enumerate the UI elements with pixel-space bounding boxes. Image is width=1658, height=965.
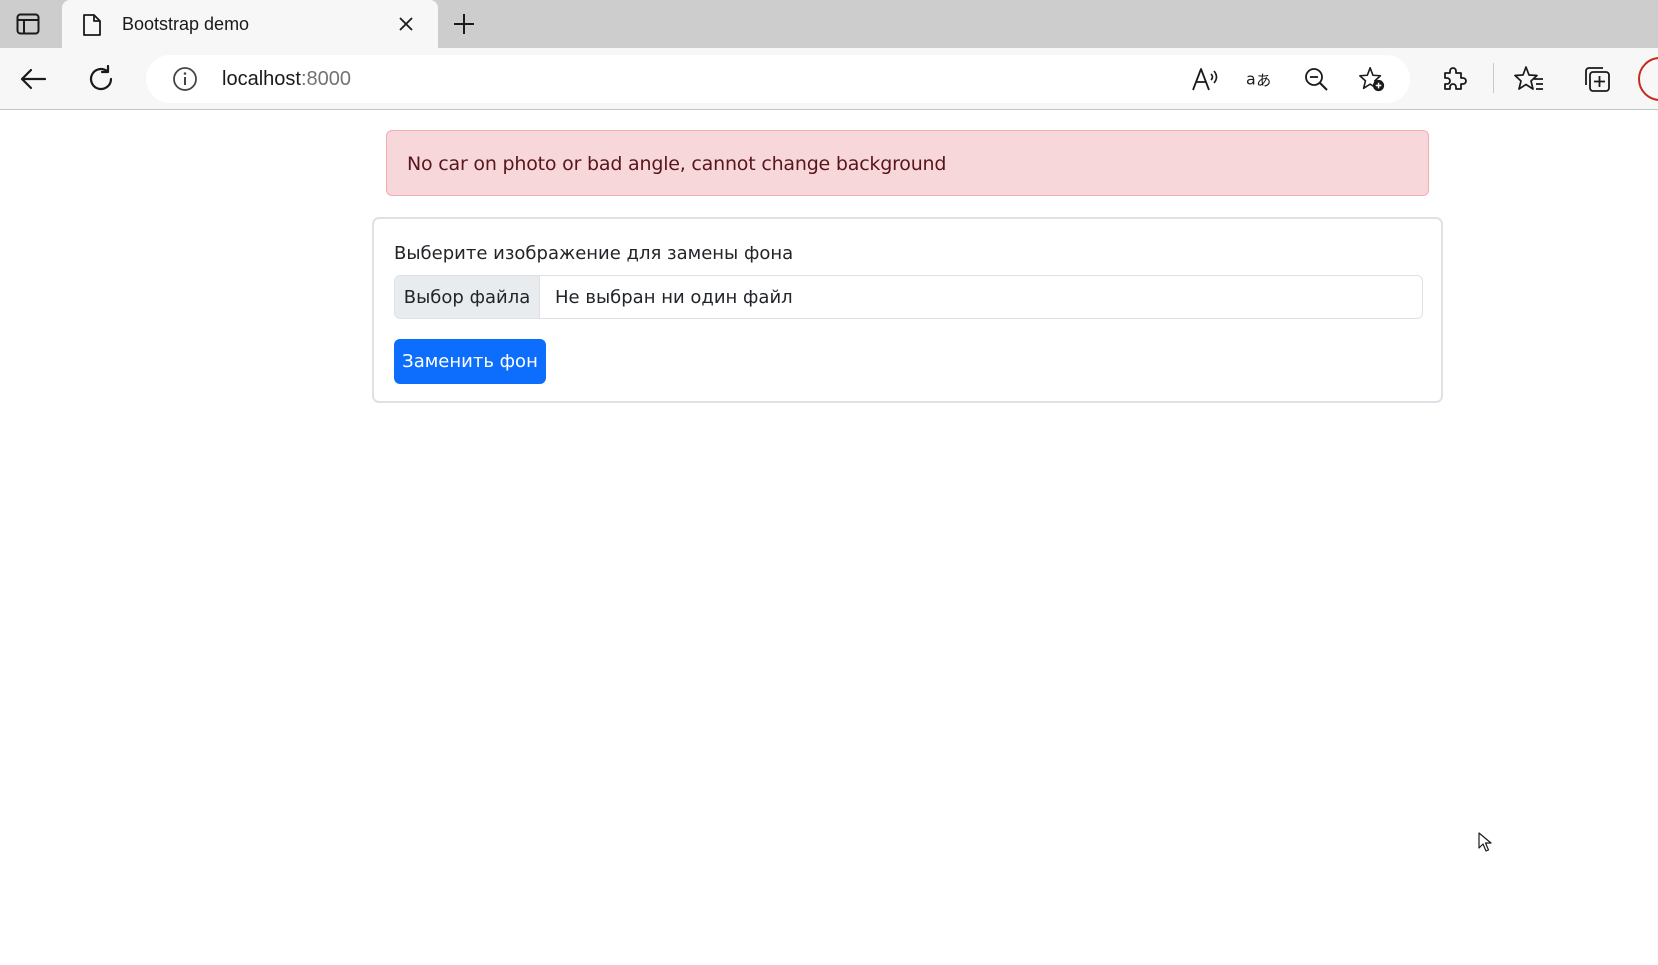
file-input-label: Выберите изображение для замены фона (394, 243, 794, 264)
browser-toolbar: localhost:8000 aあ (0, 48, 1658, 110)
add-favorite-icon[interactable] (1358, 65, 1386, 93)
close-icon[interactable] (394, 12, 418, 36)
new-tab-icon[interactable] (450, 10, 478, 38)
choose-file-button[interactable]: Выбор файла (395, 276, 540, 318)
replace-background-button[interactable]: Заменить фон (394, 339, 546, 384)
upload-form-card: Выберите изображение для замены фона Выб… (372, 217, 1443, 403)
read-aloud-icon[interactable] (1191, 65, 1219, 93)
file-status-text: Не выбран ни один файл (555, 287, 793, 308)
file-input[interactable]: Выбор файла Не выбран ни один файл (394, 275, 1423, 319)
refresh-icon[interactable] (84, 62, 118, 96)
error-alert: No car on photo or bad angle, cannot cha… (386, 130, 1429, 196)
toolbar-separator (1493, 63, 1494, 93)
url-port: :8000 (300, 68, 351, 90)
back-icon[interactable] (16, 62, 50, 96)
collections-icon[interactable] (1580, 62, 1614, 96)
tab-title: Bootstrap demo (122, 14, 250, 34)
extensions-icon[interactable] (1436, 62, 1470, 96)
active-tab[interactable]: Bootstrap demo (62, 0, 438, 48)
page-content: No car on photo or bad angle, cannot cha… (0, 111, 1658, 965)
url-text[interactable]: localhost:8000 (222, 68, 351, 91)
mouse-cursor-icon (1478, 832, 1492, 852)
tab-actions-button[interactable] (0, 0, 56, 48)
address-bar[interactable]: localhost:8000 aあ (146, 55, 1410, 103)
alert-message: No car on photo or bad angle, cannot cha… (407, 153, 947, 175)
site-info-icon[interactable] (172, 66, 198, 92)
translate-icon[interactable]: aあ (1246, 65, 1274, 93)
svg-text:a: a (1246, 70, 1256, 89)
tab-strip: Bootstrap demo (0, 0, 1658, 48)
page-icon (82, 13, 102, 37)
profile-icon[interactable] (1638, 57, 1658, 101)
favorites-icon[interactable] (1512, 62, 1546, 96)
url-host: localhost (222, 68, 301, 90)
svg-text:あ: あ (1256, 72, 1271, 90)
tab-actions-icon (16, 13, 40, 35)
zoom-out-icon[interactable] (1302, 65, 1330, 93)
